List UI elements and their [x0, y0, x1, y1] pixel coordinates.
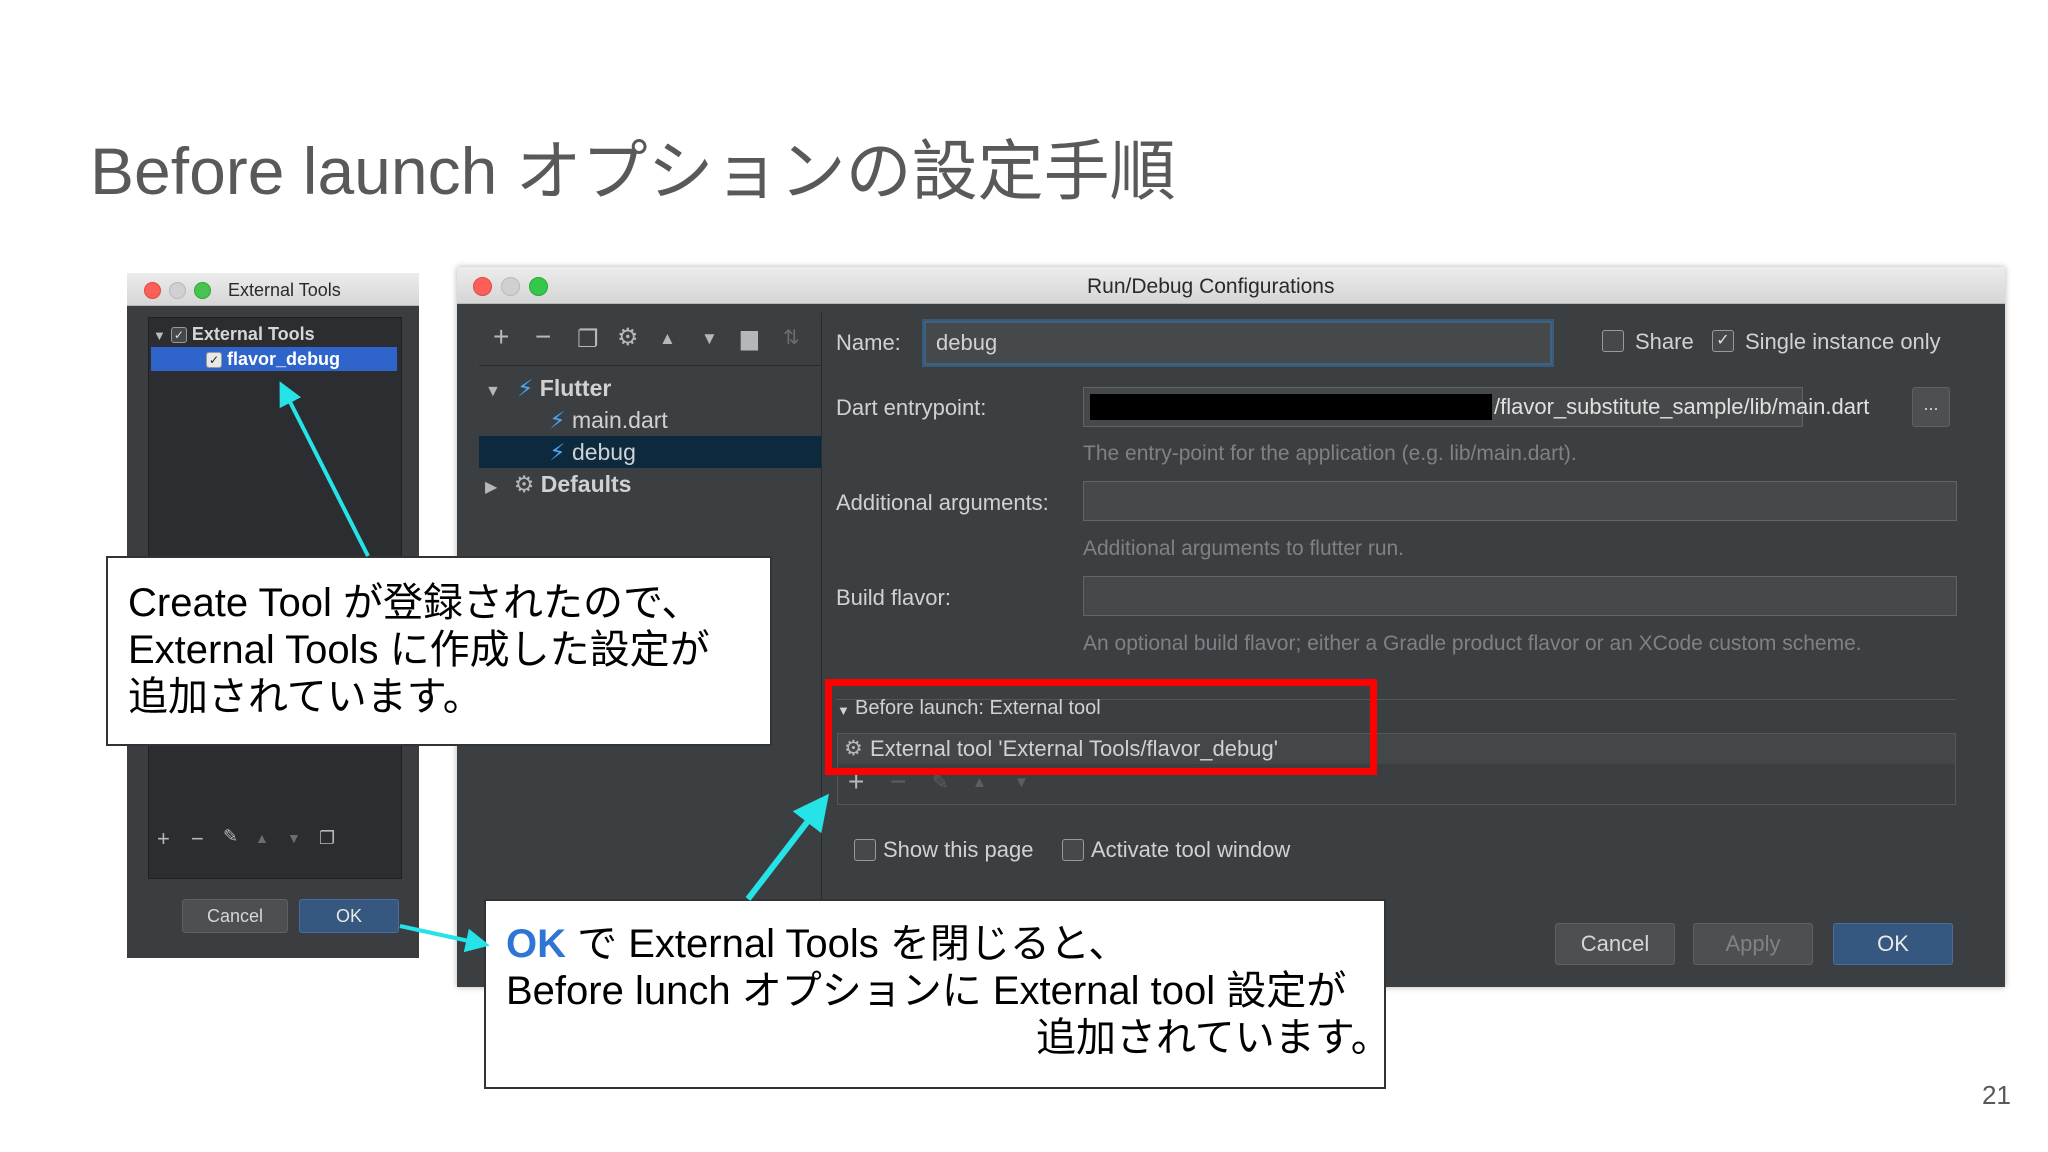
- arrow-to-flavor-debug: [279, 381, 370, 557]
- arrow-to-before-launch: [745, 793, 829, 901]
- arrow-from-ok: [399, 924, 490, 953]
- arrows-layer: [279, 381, 829, 953]
- page-number: 21: [1982, 1080, 2011, 1110]
